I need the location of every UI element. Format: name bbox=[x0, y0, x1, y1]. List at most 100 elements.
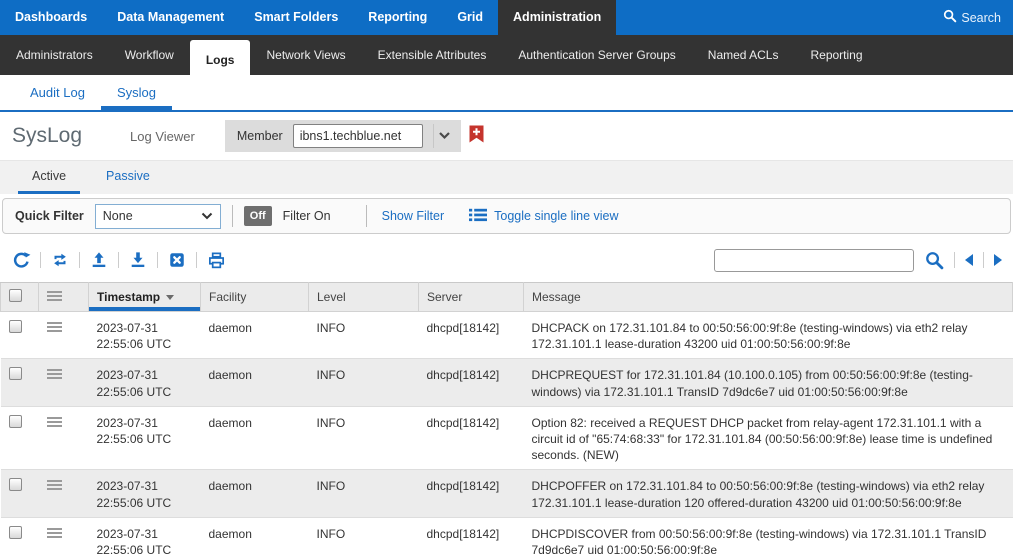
cell-server: dhcpd[18142] bbox=[419, 359, 524, 406]
page-title: SysLog bbox=[12, 124, 82, 148]
table-search-group bbox=[714, 249, 1002, 272]
row-checkbox[interactable] bbox=[9, 415, 22, 428]
global-search[interactable]: Search bbox=[943, 0, 1013, 35]
chevron-down-icon bbox=[438, 127, 451, 145]
syslog-toolbar bbox=[0, 238, 1013, 282]
next-page-icon[interactable] bbox=[994, 254, 1002, 266]
tab-syslog[interactable]: Syslog bbox=[101, 75, 172, 110]
separator bbox=[79, 252, 80, 268]
row-menu-icon[interactable] bbox=[47, 417, 62, 419]
add-bookmark-button[interactable] bbox=[469, 125, 484, 148]
nav-administration[interactable]: Administration bbox=[498, 0, 616, 35]
quick-filter-label: Quick Filter bbox=[15, 209, 84, 223]
quick-filter-value: None bbox=[103, 209, 133, 223]
nav-data-management[interactable]: Data Management bbox=[102, 0, 239, 35]
cell-timestamp: 2023-07-31 22:55:06 UTC bbox=[89, 406, 201, 470]
print-icon[interactable] bbox=[206, 250, 226, 270]
filter-bar-wrapper: Quick Filter None Off Filter On Show Fil… bbox=[0, 194, 1013, 238]
column-header-level[interactable]: Level bbox=[309, 283, 419, 312]
cell-facility: daemon bbox=[201, 359, 309, 406]
follow-arrows-icon[interactable] bbox=[50, 250, 70, 270]
table-row[interactable]: 2023-07-31 22:55:06 UTC daemon INFO dhcp… bbox=[1, 406, 1013, 470]
separator bbox=[196, 252, 197, 268]
cell-message: DHCPOFFER on 172.31.101.84 to 00:50:56:0… bbox=[524, 470, 1013, 517]
filter-off-toggle[interactable]: Off bbox=[244, 206, 272, 226]
search-icon bbox=[943, 9, 957, 26]
toggle-single-line-view[interactable]: Toggle single line view bbox=[469, 208, 618, 225]
separator bbox=[232, 205, 233, 227]
tab-passive[interactable]: Passive bbox=[92, 161, 164, 194]
table-search-input[interactable] bbox=[714, 249, 914, 272]
subnav-network-views[interactable]: Network Views bbox=[250, 35, 361, 75]
select-all-checkbox[interactable] bbox=[9, 289, 22, 302]
cell-facility: daemon bbox=[201, 406, 309, 470]
row-menu-icon[interactable] bbox=[47, 322, 62, 324]
column-header-facility[interactable]: Facility bbox=[201, 283, 309, 312]
cell-timestamp: 2023-07-31 22:55:06 UTC bbox=[89, 359, 201, 406]
cell-timestamp: 2023-07-31 22:55:06 UTC bbox=[89, 517, 201, 558]
toggle-single-line-label: Toggle single line view bbox=[494, 209, 618, 223]
subnav-logs[interactable]: Logs bbox=[190, 40, 251, 85]
cell-server: dhcpd[18142] bbox=[419, 470, 524, 517]
cell-server: dhcpd[18142] bbox=[419, 312, 524, 359]
log-type-tabs: Audit Log Syslog bbox=[0, 75, 1013, 112]
refresh-icon[interactable] bbox=[11, 250, 31, 270]
subnav-named-acls[interactable]: Named ACLs bbox=[692, 35, 795, 75]
member-select[interactable]: ibns1.techblue.net bbox=[293, 124, 423, 148]
row-checkbox[interactable] bbox=[9, 526, 22, 539]
chevron-down-icon bbox=[201, 209, 213, 223]
tab-audit-log[interactable]: Audit Log bbox=[14, 75, 101, 110]
subnav-workflow[interactable]: Workflow bbox=[109, 35, 190, 75]
download-icon[interactable] bbox=[128, 250, 148, 270]
subnav-authentication-server-groups[interactable]: Authentication Server Groups bbox=[502, 35, 691, 75]
subnav-extensible-attributes[interactable]: Extensible Attributes bbox=[362, 35, 503, 75]
cell-level: INFO bbox=[309, 359, 419, 406]
bookmark-add-icon bbox=[469, 125, 484, 148]
separator bbox=[366, 205, 367, 227]
nav-dashboards[interactable]: Dashboards bbox=[0, 0, 102, 35]
cell-message: DHCPACK on 172.31.101.84 to 00:50:56:00:… bbox=[524, 312, 1013, 359]
row-menu-icon[interactable] bbox=[47, 528, 62, 530]
table-search-icon[interactable] bbox=[924, 250, 944, 270]
table-header-row: Timestamp Facility Level Server Message bbox=[1, 283, 1013, 312]
cell-message: Option 82: received a REQUEST DHCP packe… bbox=[524, 406, 1013, 470]
subnav-reporting[interactable]: Reporting bbox=[794, 35, 878, 75]
member-chevron-button[interactable] bbox=[433, 124, 455, 148]
row-checkbox[interactable] bbox=[9, 320, 22, 333]
cell-level: INFO bbox=[309, 517, 419, 558]
cell-timestamp: 2023-07-31 22:55:06 UTC bbox=[89, 312, 201, 359]
column-header-timestamp[interactable]: Timestamp bbox=[89, 283, 201, 312]
filter-on-label: Filter On bbox=[283, 209, 331, 223]
row-menu-icon[interactable] bbox=[47, 480, 62, 482]
column-header-message[interactable]: Message bbox=[524, 283, 1013, 312]
page-header: SysLog Log Viewer Member ibns1.techblue.… bbox=[0, 112, 1013, 160]
list-view-icon bbox=[469, 208, 487, 225]
nav-grid[interactable]: Grid bbox=[442, 0, 498, 35]
subnav-administrators[interactable]: Administrators bbox=[0, 35, 109, 75]
separator bbox=[118, 252, 119, 268]
cell-facility: daemon bbox=[201, 517, 309, 558]
row-menu-icon[interactable] bbox=[47, 369, 62, 371]
separator bbox=[983, 252, 984, 268]
table-row[interactable]: 2023-07-31 22:55:06 UTC daemon INFO dhcp… bbox=[1, 359, 1013, 406]
table-row[interactable]: 2023-07-31 22:55:06 UTC daemon INFO dhcp… bbox=[1, 517, 1013, 558]
cell-facility: daemon bbox=[201, 470, 309, 517]
quick-filter-bar: Quick Filter None Off Filter On Show Fil… bbox=[2, 198, 1011, 234]
member-select-value: ibns1.techblue.net bbox=[300, 129, 401, 143]
show-filter-link[interactable]: Show Filter bbox=[382, 209, 445, 223]
upload-icon[interactable] bbox=[89, 250, 109, 270]
column-header-server[interactable]: Server bbox=[419, 283, 524, 312]
previous-page-icon[interactable] bbox=[965, 254, 973, 266]
nav-reporting[interactable]: Reporting bbox=[353, 0, 442, 35]
header-menu-icon[interactable] bbox=[47, 291, 62, 293]
tab-active[interactable]: Active bbox=[18, 161, 80, 194]
quick-filter-select[interactable]: None bbox=[95, 204, 221, 229]
top-nav: Dashboards Data Management Smart Folders… bbox=[0, 0, 1013, 35]
row-checkbox[interactable] bbox=[9, 367, 22, 380]
clear-syslog-icon[interactable] bbox=[167, 250, 187, 270]
admin-sub-nav: Administrators Workflow Logs Network Vie… bbox=[0, 35, 1013, 75]
table-row[interactable]: 2023-07-31 22:55:06 UTC daemon INFO dhcp… bbox=[1, 312, 1013, 359]
row-checkbox[interactable] bbox=[9, 478, 22, 491]
table-row[interactable]: 2023-07-31 22:55:06 UTC daemon INFO dhcp… bbox=[1, 470, 1013, 517]
nav-smart-folders[interactable]: Smart Folders bbox=[239, 0, 353, 35]
